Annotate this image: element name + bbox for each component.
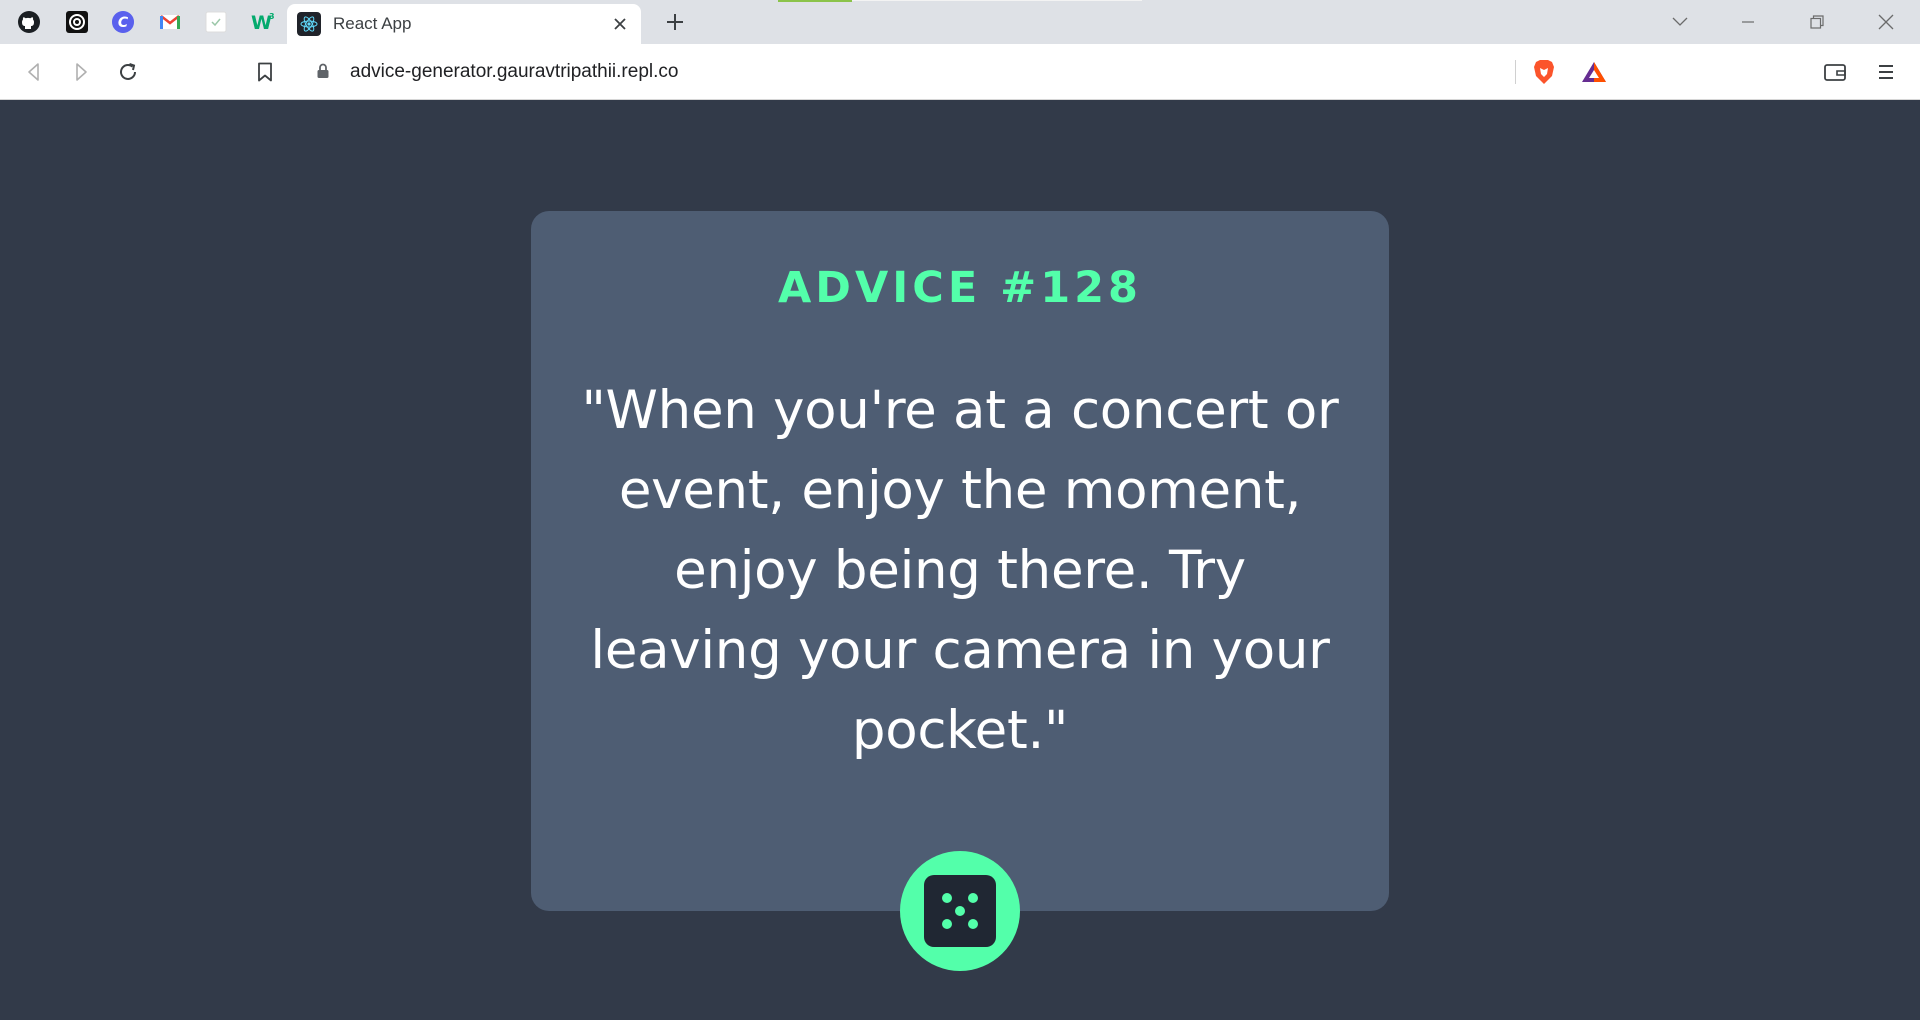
tab-close-button[interactable]	[605, 9, 635, 39]
new-tab-button[interactable]	[660, 8, 690, 36]
bookmark-button[interactable]	[247, 54, 283, 90]
close-icon	[614, 18, 626, 30]
tab-bar: C W3 React App	[0, 0, 1920, 44]
tab-title: React App	[333, 14, 412, 33]
hamburger-menu-icon	[1879, 65, 1893, 79]
react-icon	[297, 12, 321, 36]
github-icon	[18, 11, 40, 33]
pinned-tab-canva[interactable]: C	[108, 8, 138, 36]
pinned-tab-spiral[interactable]	[62, 8, 92, 36]
bookmark-icon	[258, 62, 272, 82]
active-tab[interactable]: React App	[287, 4, 641, 44]
bat-triangle-icon	[1582, 62, 1606, 82]
w3-icon: W3	[251, 12, 275, 34]
page-icon	[205, 11, 227, 33]
minimize-icon	[1742, 21, 1754, 23]
pinned-tab-page[interactable]	[201, 8, 231, 36]
tab-search-button[interactable]	[1660, 6, 1700, 38]
dice-pip	[955, 906, 965, 916]
pinned-tab-gmail[interactable]	[155, 8, 185, 36]
omnibox-divider	[1515, 60, 1516, 84]
page-load-track	[852, 0, 1142, 1]
browser-toolbar: advice-generator.gauravtripathii.repl.co	[0, 44, 1920, 100]
spiral-icon	[66, 11, 88, 33]
reload-icon	[120, 63, 136, 80]
address-bar[interactable]: advice-generator.gauravtripathii.repl.co	[298, 50, 1623, 94]
restore-icon	[1810, 15, 1824, 29]
forward-button[interactable]	[63, 54, 99, 90]
advice-card: ADVICE #128 "When you're at a concert or…	[531, 211, 1389, 911]
close-icon	[1878, 14, 1894, 30]
dice-pip	[968, 893, 978, 903]
generate-advice-button[interactable]	[900, 851, 1020, 971]
canva-icon: C	[112, 11, 134, 33]
svg-text:C: C	[118, 15, 129, 31]
url-text: advice-generator.gauravtripathii.repl.co	[350, 61, 679, 82]
wallet-icon	[1824, 64, 1846, 81]
wallet-button[interactable]	[1817, 54, 1853, 90]
back-arrow-icon	[28, 63, 39, 81]
pinned-tab-github[interactable]	[14, 8, 44, 36]
page-viewport: ADVICE #128 "When you're at a concert or…	[0, 101, 1920, 1020]
brave-rewards-button[interactable]	[1580, 58, 1608, 86]
forward-arrow-icon	[76, 63, 87, 81]
back-button[interactable]	[16, 54, 52, 90]
advice-heading: ADVICE #128	[778, 263, 1142, 313]
page-load-progress	[778, 0, 852, 2]
restore-button[interactable]	[1797, 6, 1837, 38]
dice-pip	[942, 893, 952, 903]
lock-icon	[317, 63, 329, 78]
menu-button[interactable]	[1868, 54, 1904, 90]
plus-icon	[667, 14, 683, 30]
minimize-button[interactable]	[1728, 6, 1768, 38]
chevron-down-icon	[1672, 17, 1688, 26]
dice-pip	[968, 919, 978, 929]
gmail-icon	[160, 15, 180, 29]
advice-quote: "When you're at a concert or event, enjo…	[581, 380, 1339, 761]
close-window-button[interactable]	[1866, 6, 1906, 38]
dice-icon	[924, 875, 996, 947]
brave-lion-icon	[1534, 60, 1554, 84]
svg-text:3: 3	[269, 12, 275, 21]
brave-shields-button[interactable]	[1530, 58, 1558, 86]
pinned-tab-w3[interactable]: W3	[248, 8, 278, 36]
dice-pip	[942, 919, 952, 929]
reload-button[interactable]	[110, 54, 146, 90]
